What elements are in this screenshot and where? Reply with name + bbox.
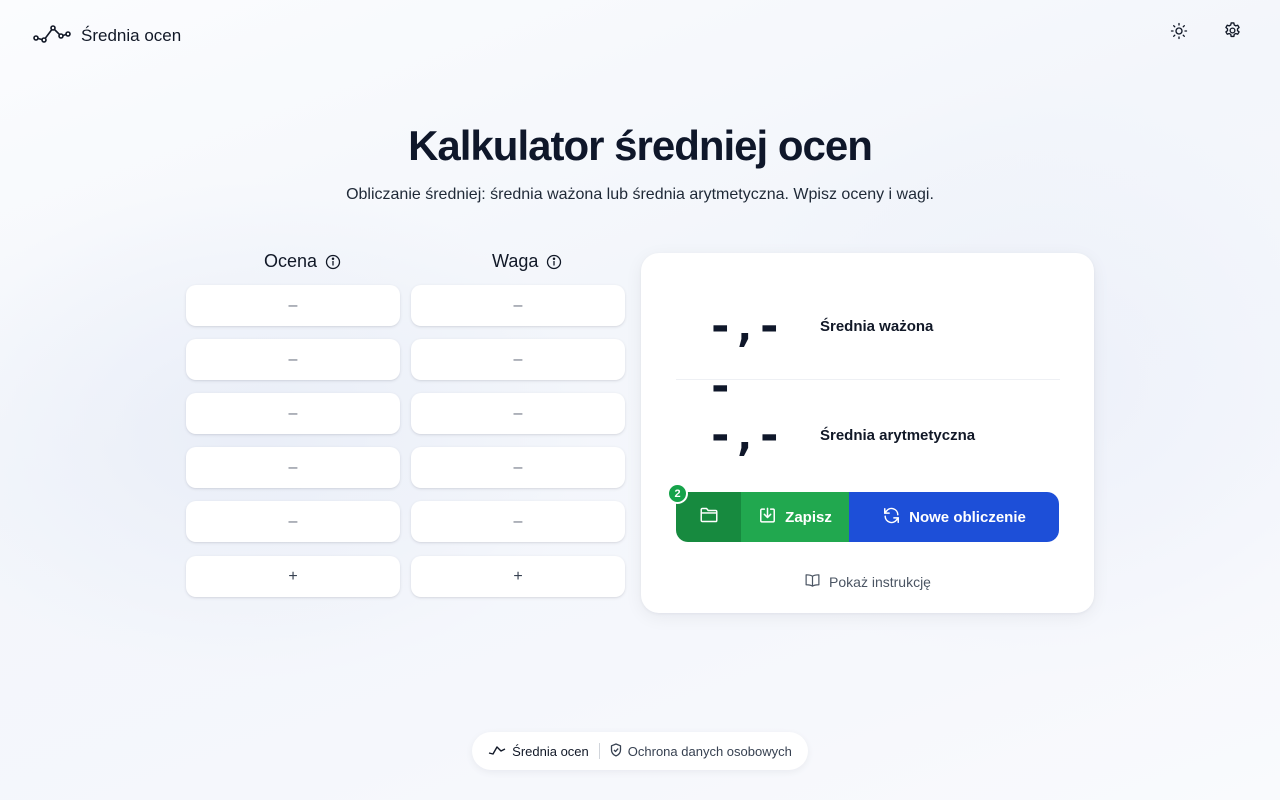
weighted-average-label: Średnia ważona bbox=[820, 318, 934, 335]
info-icon[interactable] bbox=[546, 254, 562, 270]
weight-input[interactable] bbox=[411, 339, 625, 380]
footer-home-label: Średnia ocen bbox=[512, 743, 589, 759]
grade-cell[interactable] bbox=[186, 393, 400, 434]
page-subtitle: Obliczanie średniej: średnia ważona lub … bbox=[346, 186, 934, 203]
info-icon[interactable] bbox=[325, 254, 341, 270]
weight-cell[interactable] bbox=[411, 285, 625, 326]
refresh-icon bbox=[882, 506, 901, 529]
grade-cell[interactable] bbox=[186, 339, 400, 380]
saved-count-badge: 2 bbox=[667, 483, 688, 504]
divider bbox=[676, 379, 1060, 380]
app-header: Średnia ocen bbox=[0, 0, 1280, 68]
chart-line-icon bbox=[33, 22, 71, 49]
privacy-label: Ochrona danych osobowych bbox=[627, 743, 792, 759]
weight-cell[interactable] bbox=[411, 393, 625, 434]
arithmetic-average: -,-- Średnia arytmetyczna bbox=[641, 406, 1094, 521]
sun-icon bbox=[1170, 22, 1188, 45]
save-label: Zapisz bbox=[785, 508, 832, 526]
download-icon bbox=[758, 506, 777, 529]
weighted-average-value: -,-- bbox=[707, 301, 782, 412]
new-calculation-button[interactable]: Nowe obliczenie bbox=[849, 492, 1059, 542]
grade-input[interactable] bbox=[186, 447, 400, 488]
save-button[interactable]: Zapisz bbox=[741, 492, 849, 542]
instructions-label: Pokaż instrukcję bbox=[829, 574, 931, 590]
weight-cell[interactable] bbox=[411, 501, 625, 542]
new-calculation-label: Nowe obliczenie bbox=[909, 508, 1026, 526]
page-title: Kalkulator średniej ocen bbox=[408, 122, 873, 169]
saved-calculations-button[interactable]: 2 bbox=[667, 483, 741, 542]
weight-input[interactable] bbox=[411, 285, 625, 326]
weight-column-label: Waga bbox=[492, 251, 539, 271]
book-icon bbox=[804, 573, 821, 591]
settings-button[interactable] bbox=[1219, 20, 1245, 46]
gear-icon bbox=[1223, 21, 1242, 45]
theme-toggle-button[interactable] bbox=[1166, 20, 1192, 46]
grade-input[interactable] bbox=[186, 339, 400, 380]
footer-separator bbox=[598, 743, 600, 759]
privacy-link[interactable]: Ochrona danych osobowych bbox=[610, 742, 792, 760]
grade-cell[interactable] bbox=[186, 285, 400, 326]
action-bar: 2 Zapisz Nowe obliczenie bbox=[667, 483, 1059, 542]
weight-input[interactable] bbox=[411, 501, 625, 542]
results-card: -,-- Średnia ważona -,-- Średnia arytmet… bbox=[641, 253, 1094, 613]
folder-icon bbox=[699, 506, 719, 529]
arithmetic-average-label: Średnia arytmetyczna bbox=[820, 427, 976, 444]
grade-column-header: Ocena bbox=[264, 251, 341, 272]
grade-input[interactable] bbox=[186, 285, 400, 326]
app-name: Średnia ocen bbox=[81, 25, 182, 45]
add-weight-button[interactable]: + bbox=[411, 556, 625, 597]
grade-column-label: Ocena bbox=[264, 251, 318, 271]
brand[interactable]: Średnia ocen bbox=[33, 22, 181, 49]
grade-input[interactable] bbox=[186, 501, 400, 542]
shield-icon bbox=[610, 742, 622, 760]
grade-cell[interactable] bbox=[186, 501, 400, 542]
chart-line-icon bbox=[488, 744, 506, 759]
add-grade-button[interactable]: + bbox=[186, 556, 400, 597]
weighted-average: -,-- Średnia ważona bbox=[641, 297, 1094, 412]
weight-cell[interactable] bbox=[411, 339, 625, 380]
weight-column-header: Waga bbox=[492, 251, 562, 272]
grade-input[interactable] bbox=[186, 393, 400, 434]
grade-cell[interactable] bbox=[186, 447, 400, 488]
footer-home-link[interactable]: Średnia ocen bbox=[488, 744, 589, 759]
weight-cell[interactable] bbox=[411, 447, 625, 488]
weight-input[interactable] bbox=[411, 447, 625, 488]
footer: Średnia ocen Ochrona danych osobowych bbox=[472, 732, 808, 770]
show-instructions-link[interactable]: Pokaż instrukcję bbox=[641, 573, 1094, 591]
weight-input[interactable] bbox=[411, 393, 625, 434]
